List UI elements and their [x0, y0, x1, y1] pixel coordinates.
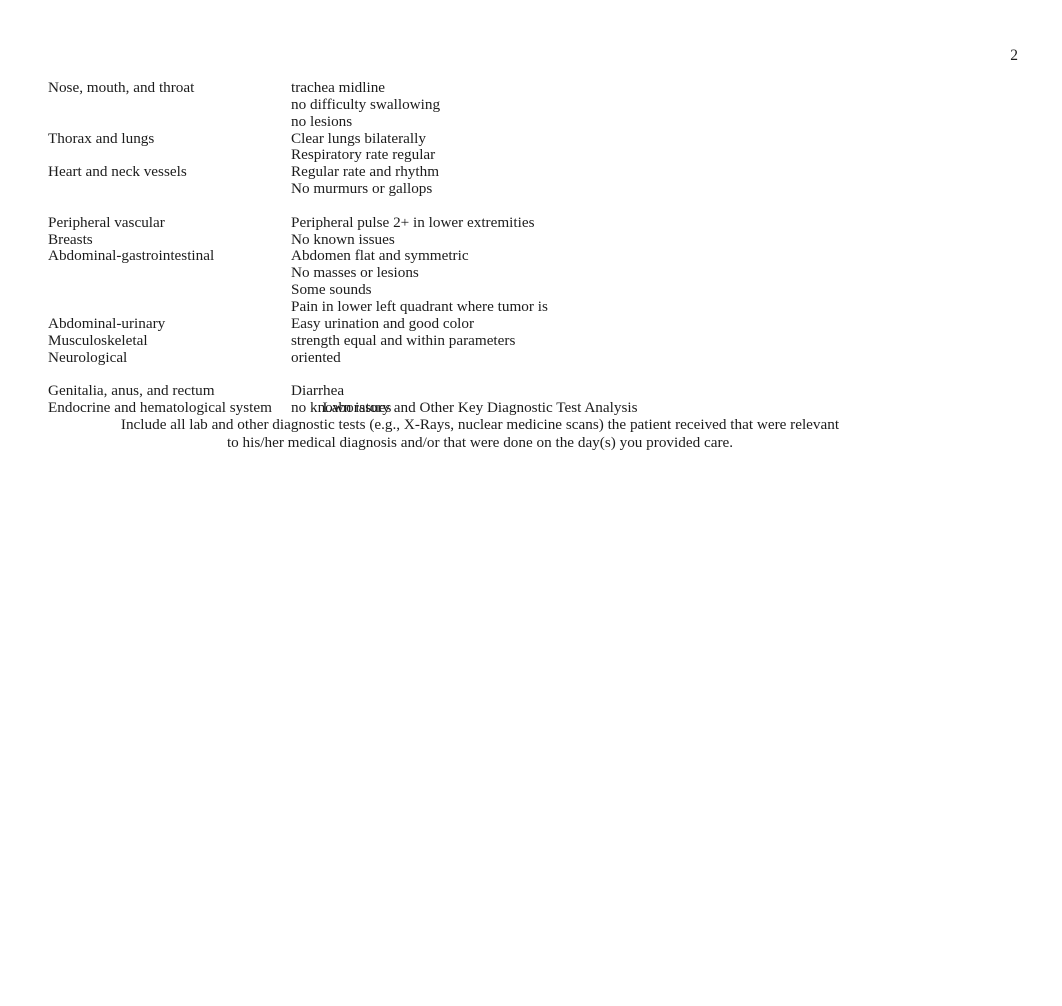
assessment-finding-line: strength equal and within parameters	[291, 331, 516, 349]
lab-section-instructions: Include all lab and other diagnostic tes…	[0, 416, 960, 451]
assessment-row-label: Genitalia, anus, and rectum	[48, 382, 215, 400]
lab-analysis-section: Laboratory and Other Key Diagnostic Test…	[0, 399, 960, 452]
assessment-row: Abdominal-urinary Easy urination and good…	[48, 314, 1008, 333]
assessment-row-findings: Regular rate and rhythm No murmurs or gal…	[291, 163, 1008, 198]
assessment-finding-line: oriented	[291, 348, 341, 366]
assessment-finding-line: Pain in lower left quadrant where tumor …	[291, 298, 548, 316]
lab-instruction-line: Include all lab and other diagnostic tes…	[120, 416, 840, 434]
assessment-finding-line: No known issues	[291, 230, 395, 248]
assessment-row-label: Breasts	[48, 230, 93, 248]
assessment-row-findings: Peripheral pulse 2+ in lower extremities	[291, 213, 1008, 232]
assessment-row-label: Abdominal-gastrointestinal	[48, 247, 215, 265]
assessment-row: Breasts No known issues	[48, 230, 1008, 249]
assessment-row: Peripheral vascular Peripheral pulse 2+ i…	[48, 213, 1008, 232]
assessment-finding-line: Abdomen flat and symmetric	[291, 247, 469, 265]
assessment-row-label: Musculoskeletal	[48, 331, 148, 349]
assessment-row: Genitalia, anus, and rectum Diarrhea	[48, 382, 1008, 400]
assessment-finding-line: Respiratory rate regular	[291, 146, 436, 164]
assessment-row-label: Nose, mouth, and throat	[48, 79, 195, 96]
assessment-row-findings: Easy urination and good color	[291, 314, 1008, 333]
assessment-row-findings: strength equal and within parameters	[291, 331, 1008, 350]
assessment-finding-line: trachea midline	[291, 79, 386, 96]
assessment-row-label: Peripheral vascular	[48, 213, 165, 231]
assessment-row-label: Heart and neck vessels	[48, 163, 187, 181]
assessment-finding-line: Easy urination and good color	[291, 314, 475, 332]
lab-section-heading: Laboratory and Other Key Diagnostic Test…	[322, 399, 638, 416]
assessment-row-findings: Clear lungs bilaterally Respiratory rate …	[291, 129, 1008, 165]
document-page: 2 Nose, mouth, and throat trachea midline…	[0, 0, 1062, 1006]
assessment-finding-line: no lesions	[291, 112, 353, 130]
page-number: 2	[1010, 47, 1018, 64]
assessment-finding-line: Regular rate and rhythm	[291, 163, 440, 181]
assessment-finding-line: No murmurs or gallops	[291, 180, 433, 198]
assessment-row: Neurological oriented	[48, 348, 1008, 367]
assessment-row: Musculoskeletal strength equal and within…	[48, 331, 1008, 350]
assessment-row-findings: oriented	[291, 348, 1008, 367]
assessment-row-findings: trachea midline no difficulty swallowing n…	[291, 79, 1008, 131]
assessment-row: Heart and neck vessels Regular rate and r…	[48, 163, 1008, 198]
assessment-finding-line: no difficulty swallowing	[291, 95, 441, 113]
assessment-row-label: Neurological	[48, 348, 128, 366]
assessment-row-findings: Diarrhea	[291, 382, 1008, 400]
assessment-row: Thorax and lungs Clear lungs bilaterally R…	[48, 129, 1008, 165]
assessment-finding-line: Clear lungs bilaterally	[291, 129, 426, 147]
assessment-row-label: Thorax and lungs	[48, 129, 155, 147]
physical-assessment-list: Nose, mouth, and throat trachea midline no…	[48, 79, 1008, 417]
assessment-row-findings: No known issues	[291, 230, 1008, 249]
lab-instruction-line: to his/her medical diagnosis and/or that…	[226, 434, 734, 451]
assessment-finding-line: Some sounds	[291, 281, 372, 299]
assessment-finding-line: Diarrhea	[291, 382, 345, 400]
assessment-row: Nose, mouth, and throat trachea midline no…	[48, 79, 1008, 131]
assessment-finding-line: No masses or lesions	[291, 264, 419, 282]
assessment-row-label: Abdominal-urinary	[48, 314, 166, 332]
assessment-finding-line: Peripheral pulse 2+ in lower extremities	[291, 213, 535, 231]
assessment-row-findings: Abdomen flat and symmetric No masses or l…	[291, 248, 1008, 315]
assessment-row: Abdominal-gastrointestinal Abdomen flat a…	[48, 248, 1008, 315]
